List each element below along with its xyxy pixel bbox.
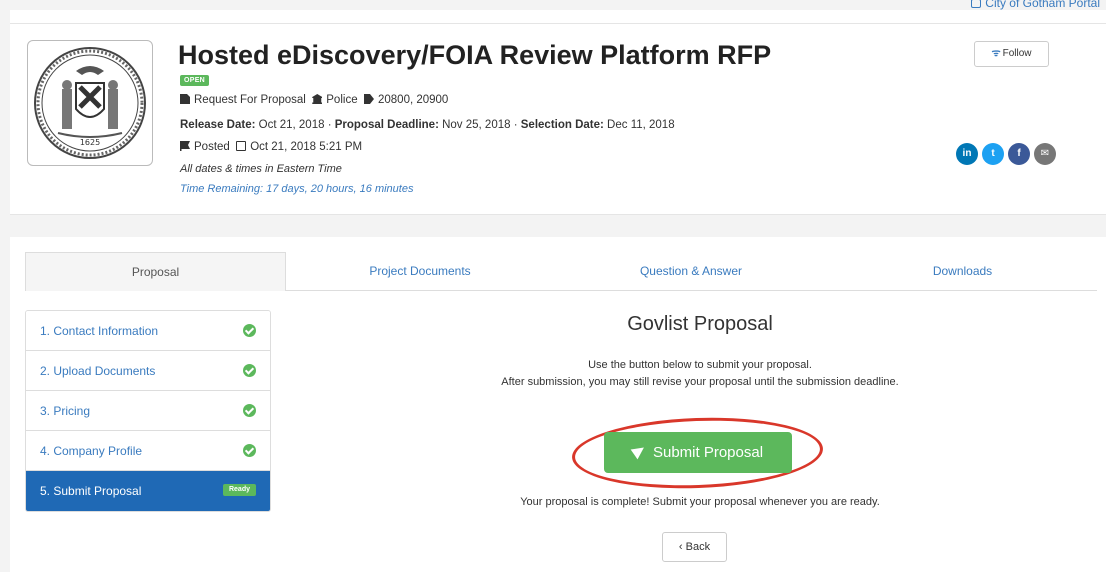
document-icon (180, 94, 190, 104)
proposal-title: Govlist Proposal (627, 313, 773, 335)
portal-icon (971, 0, 982, 8)
release-date: Oct 21, 2018 (258, 119, 325, 131)
deadline-label: Proposal Deadline: (334, 119, 439, 131)
section-divider (10, 215, 1106, 237)
tag-icon (363, 94, 374, 104)
portal-link[interactable]: City of Gotham Portal (971, 0, 1100, 10)
follow-button[interactable]: ᯤ Follow (974, 41, 1049, 67)
rfp-type: Request For Proposal (194, 94, 306, 106)
proposal-steps: 1. Contact Information 2. Upload Documen… (25, 310, 271, 512)
submit-proposal-button[interactable]: Submit Proposal (604, 432, 792, 473)
posted-label: Posted (194, 141, 230, 153)
tab-bar: Proposal Project Documents Question & An… (25, 252, 1097, 291)
step-pricing[interactable]: 3. Pricing (26, 391, 270, 431)
tab-question-answer[interactable]: Question & Answer (554, 252, 828, 291)
seal-graphic: 1625 (34, 47, 146, 159)
twitter-icon[interactable]: t (982, 143, 1004, 165)
left-edge (0, 0, 10, 572)
instructions-line-1: Use the button below to submit your prop… (588, 359, 812, 371)
step-label: 3. Pricing (40, 404, 91, 418)
step-label: 2. Upload Documents (40, 364, 156, 378)
check-icon (243, 324, 256, 337)
step-label: 1. Contact Information (40, 324, 159, 338)
linkedin-icon[interactable]: in (956, 143, 978, 165)
timezone-note: All dates & times in Eastern Time (180, 163, 342, 175)
step-label: 5. Submit Proposal (40, 484, 142, 498)
check-icon (243, 404, 256, 417)
instructions-line-2: After submission, you may still revise y… (501, 376, 899, 388)
tab-project-documents[interactable]: Project Documents (286, 252, 554, 291)
flag-icon (180, 141, 190, 151)
step-label: 4. Company Profile (40, 444, 143, 458)
selection-date: Dec 11, 2018 (607, 119, 675, 131)
seal-year: 1625 (80, 138, 100, 147)
building-icon (312, 94, 323, 104)
selection-label: Selection Date: (520, 119, 604, 131)
email-icon[interactable]: ✉ (1034, 143, 1056, 165)
portal-link-label: City of Gotham Portal (985, 0, 1100, 10)
department: Police (326, 94, 358, 106)
check-icon (243, 444, 256, 457)
tab-downloads[interactable]: Downloads (828, 252, 1097, 291)
ready-badge: Ready (222, 484, 256, 496)
time-remaining: Time Remaining: 17 days, 20 hours, 16 mi… (180, 183, 414, 195)
status-badge: OPEN (180, 75, 210, 86)
header-card: 1625 Hosted eDiscovery/FOIA Review Platf… (10, 23, 1106, 215)
release-label: Release Date: (180, 119, 256, 131)
tab-proposal[interactable]: Proposal (25, 252, 286, 291)
step-contact-information[interactable]: 1. Contact Information (26, 311, 270, 351)
meta-type-line: Request For Proposal Police 20800, 20900 (180, 94, 448, 106)
city-seal-logo: 1625 (27, 40, 153, 166)
follow-label: Follow (1002, 48, 1032, 59)
deadline-date: Nov 25, 2018 (442, 119, 511, 131)
posted-datetime: Oct 21, 2018 5:21 PM (250, 141, 363, 153)
top-strip (0, 0, 1106, 10)
rss-icon: ᯤ (991, 48, 1001, 59)
dates-line: Release Date: Oct 21, 2018 · Proposal De… (180, 119, 675, 131)
facebook-icon[interactable]: f (1008, 143, 1030, 165)
calendar-icon (236, 141, 247, 151)
page-title: Hosted eDiscovery/FOIA Review Platform R… (178, 40, 772, 70)
step-upload-documents[interactable]: 2. Upload Documents (26, 351, 270, 391)
category-codes: 20800, 20900 (377, 94, 449, 106)
check-icon (243, 364, 256, 377)
submit-label: Submit Proposal (652, 444, 764, 461)
posted-line: Posted Oct 21, 2018 5:21 PM (180, 141, 362, 153)
step-submit-proposal[interactable]: 5. Submit Proposal Ready (26, 471, 270, 511)
step-company-profile[interactable]: 4. Company Profile (26, 431, 270, 471)
back-button[interactable]: ‹ Back (662, 532, 727, 562)
completion-message: Your proposal is complete! Submit your p… (520, 496, 880, 508)
paper-plane-icon (630, 442, 648, 460)
